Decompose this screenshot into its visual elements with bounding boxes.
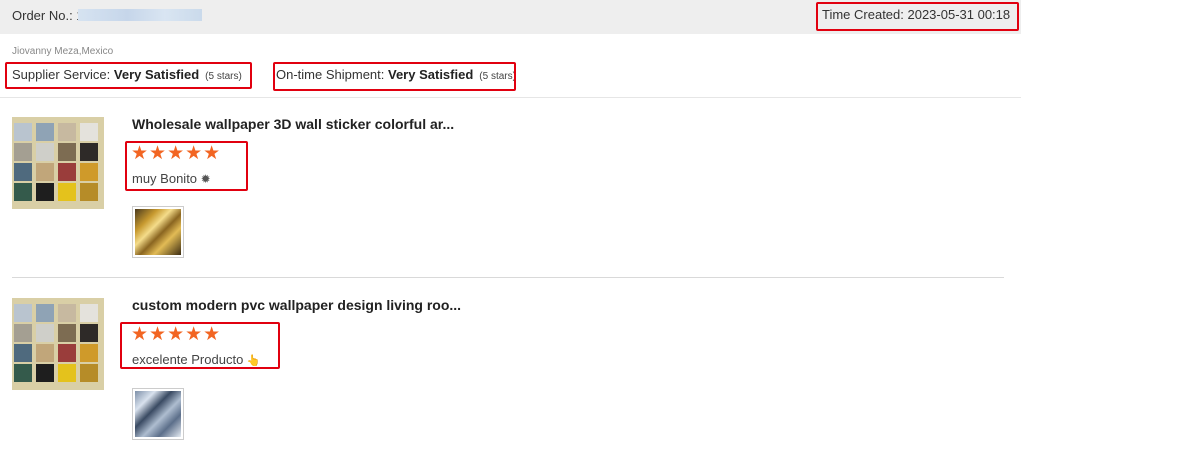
review-photo-image — [135, 209, 181, 255]
product-title-link[interactable]: custom modern pvc wallpaper design livin… — [132, 297, 461, 313]
review-photo[interactable] — [132, 388, 184, 440]
divider — [12, 277, 1004, 278]
highlight-box-review — [125, 141, 248, 191]
order-number-redacted — [78, 9, 202, 21]
order-number-label: Order No.: 1 — [12, 8, 84, 23]
review-photo[interactable] — [132, 206, 184, 258]
highlight-box-time — [816, 2, 1019, 31]
divider — [0, 97, 1021, 98]
highlight-box-supplier — [5, 62, 252, 89]
product-title-link[interactable]: Wholesale wallpaper 3D wall sticker colo… — [132, 116, 454, 132]
reviewer-name: Jiovanny Meza,Mexico — [12, 46, 114, 57]
product-thumbnail[interactable] — [12, 298, 104, 390]
highlight-box-shipment — [273, 62, 516, 91]
product-thumbnail[interactable] — [12, 117, 104, 209]
highlight-box-review — [120, 322, 280, 369]
review-photo-image — [135, 391, 181, 437]
